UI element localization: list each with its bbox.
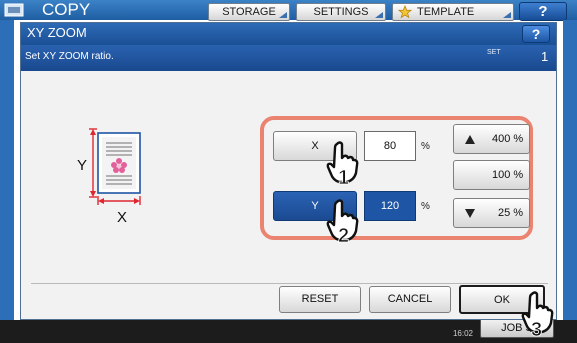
diagram-y-label: Y — [77, 157, 88, 174]
copy-mode-icon — [4, 3, 24, 17]
dialog-title: XY ZOOM — [27, 25, 87, 40]
hand-cursor-icon: 3 — [521, 291, 554, 340]
preset-100-label: 100 % — [492, 169, 524, 181]
app-title: COPY — [42, 0, 91, 19]
dialog-titlebar: XY ZOOM ? — [21, 23, 556, 45]
tab-template-label: TEMPLATE — [417, 6, 475, 18]
tab-template[interactable]: TEMPLATE — [392, 3, 514, 21]
step-marker-2: 2 — [338, 225, 349, 247]
triangle-up-icon — [465, 135, 475, 144]
x-value-field[interactable]: 80 — [364, 131, 416, 161]
reset-button[interactable]: RESET — [279, 286, 361, 313]
preset-100-button[interactable]: 100 % — [453, 160, 530, 190]
preset-25-button[interactable]: 25 % — [453, 198, 530, 228]
set-label: SET — [487, 49, 501, 56]
tab-corner-indicator — [375, 12, 383, 18]
tab-settings-label: SETTINGS — [313, 6, 369, 18]
set-number: 1 — [541, 49, 549, 64]
xy-zoom-dialog: XY ZOOM ? Set XY ZOOM ratio. SET 1 Y X X… — [20, 22, 557, 320]
tab-settings[interactable]: SETTINGS — [296, 3, 386, 21]
background-panel-left — [0, 20, 14, 320]
preset-400-label: 400 % — [492, 133, 524, 145]
y-value-field[interactable]: 120 — [364, 191, 416, 221]
tab-corner-indicator — [279, 12, 287, 18]
cancel-button[interactable]: CANCEL — [369, 286, 451, 313]
y-unit-label: % — [421, 201, 430, 212]
star-icon — [398, 5, 412, 19]
footer-divider — [31, 283, 548, 284]
diagram-x-label: X — [117, 209, 128, 226]
triangle-down-icon — [465, 209, 475, 218]
tab-corner-indicator — [503, 12, 511, 18]
preset-25-label: 25 % — [498, 207, 524, 219]
tab-storage-label: STORAGE — [222, 6, 276, 18]
tab-storage[interactable]: STORAGE — [208, 3, 290, 21]
hand-cursor-icon: 1 — [326, 141, 359, 189]
preset-400-button[interactable]: 400 % — [453, 124, 530, 154]
app-header: COPY STORAGE SETTINGS TEMPLATE ? — [0, 0, 577, 21]
background-panel-right — [563, 20, 577, 320]
step-marker-1: 1 — [338, 167, 349, 189]
clock: 16:02 — [413, 320, 473, 338]
x-unit-label: % — [421, 141, 430, 152]
xy-paper-diagram — [89, 128, 141, 205]
step-marker-3: 3 — [531, 319, 542, 340]
dialog-help-button[interactable]: ? — [522, 25, 550, 43]
help-button-top[interactable]: ? — [519, 2, 567, 21]
instruction-text: Set XY ZOOM ratio. — [25, 51, 114, 62]
hand-cursor-icon: 2 — [326, 199, 359, 247]
clock-time: 16:02 — [452, 329, 473, 338]
instruction-bar: Set XY ZOOM ratio. SET 1 — [21, 45, 556, 71]
